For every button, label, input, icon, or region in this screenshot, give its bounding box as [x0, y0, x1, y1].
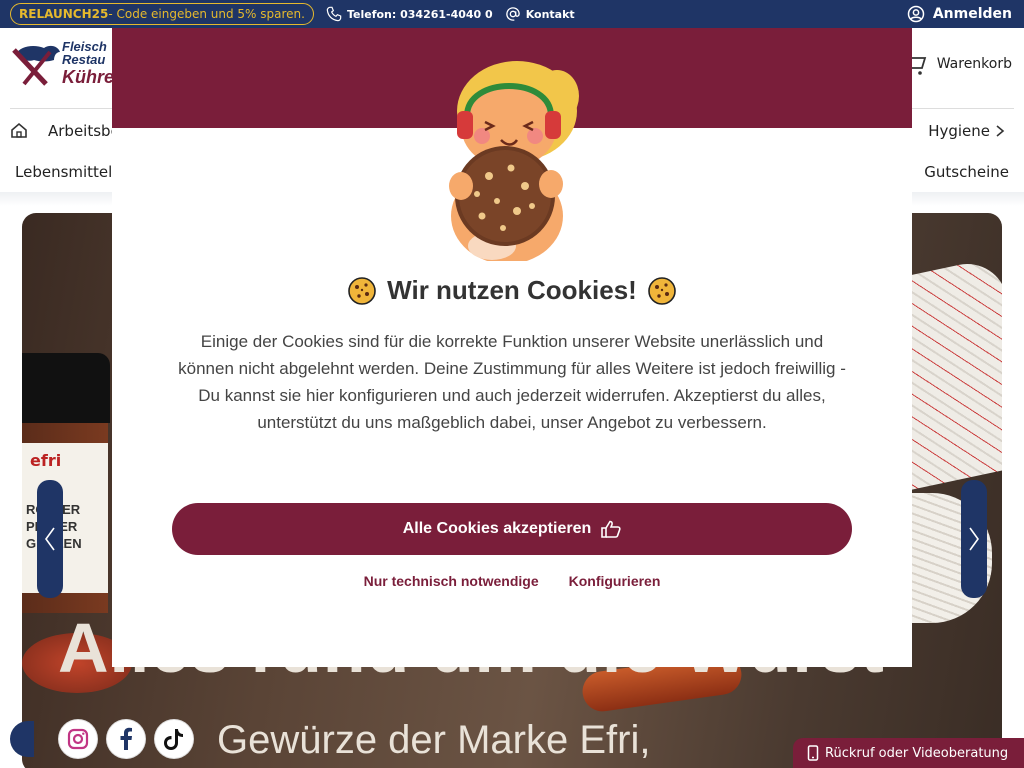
thumbs-up-icon — [601, 520, 621, 538]
cookie-modal: Wir nutzen Cookies! Einige der Cookies s… — [112, 28, 912, 667]
cookie-icon — [648, 276, 676, 305]
necessary-only-link[interactable]: Nur technisch notwendige — [364, 573, 539, 589]
modal-description: Einige der Cookies sind für die korrekte… — [178, 332, 846, 432]
cookie-icon — [348, 276, 376, 305]
accept-all-cookies-button[interactable]: Alle Cookies akzeptieren — [172, 503, 852, 555]
modal-links: Nur technisch notwendige Konfigurieren — [112, 573, 912, 589]
cookie-mascot — [437, 56, 587, 264]
modal-title: Wir nutzen Cookies! — [112, 275, 912, 306]
accept-label: Alle Cookies akzeptieren — [402, 520, 592, 537]
configure-link[interactable]: Konfigurieren — [569, 573, 661, 589]
modal-title-text: Wir nutzen Cookies! — [387, 275, 637, 305]
